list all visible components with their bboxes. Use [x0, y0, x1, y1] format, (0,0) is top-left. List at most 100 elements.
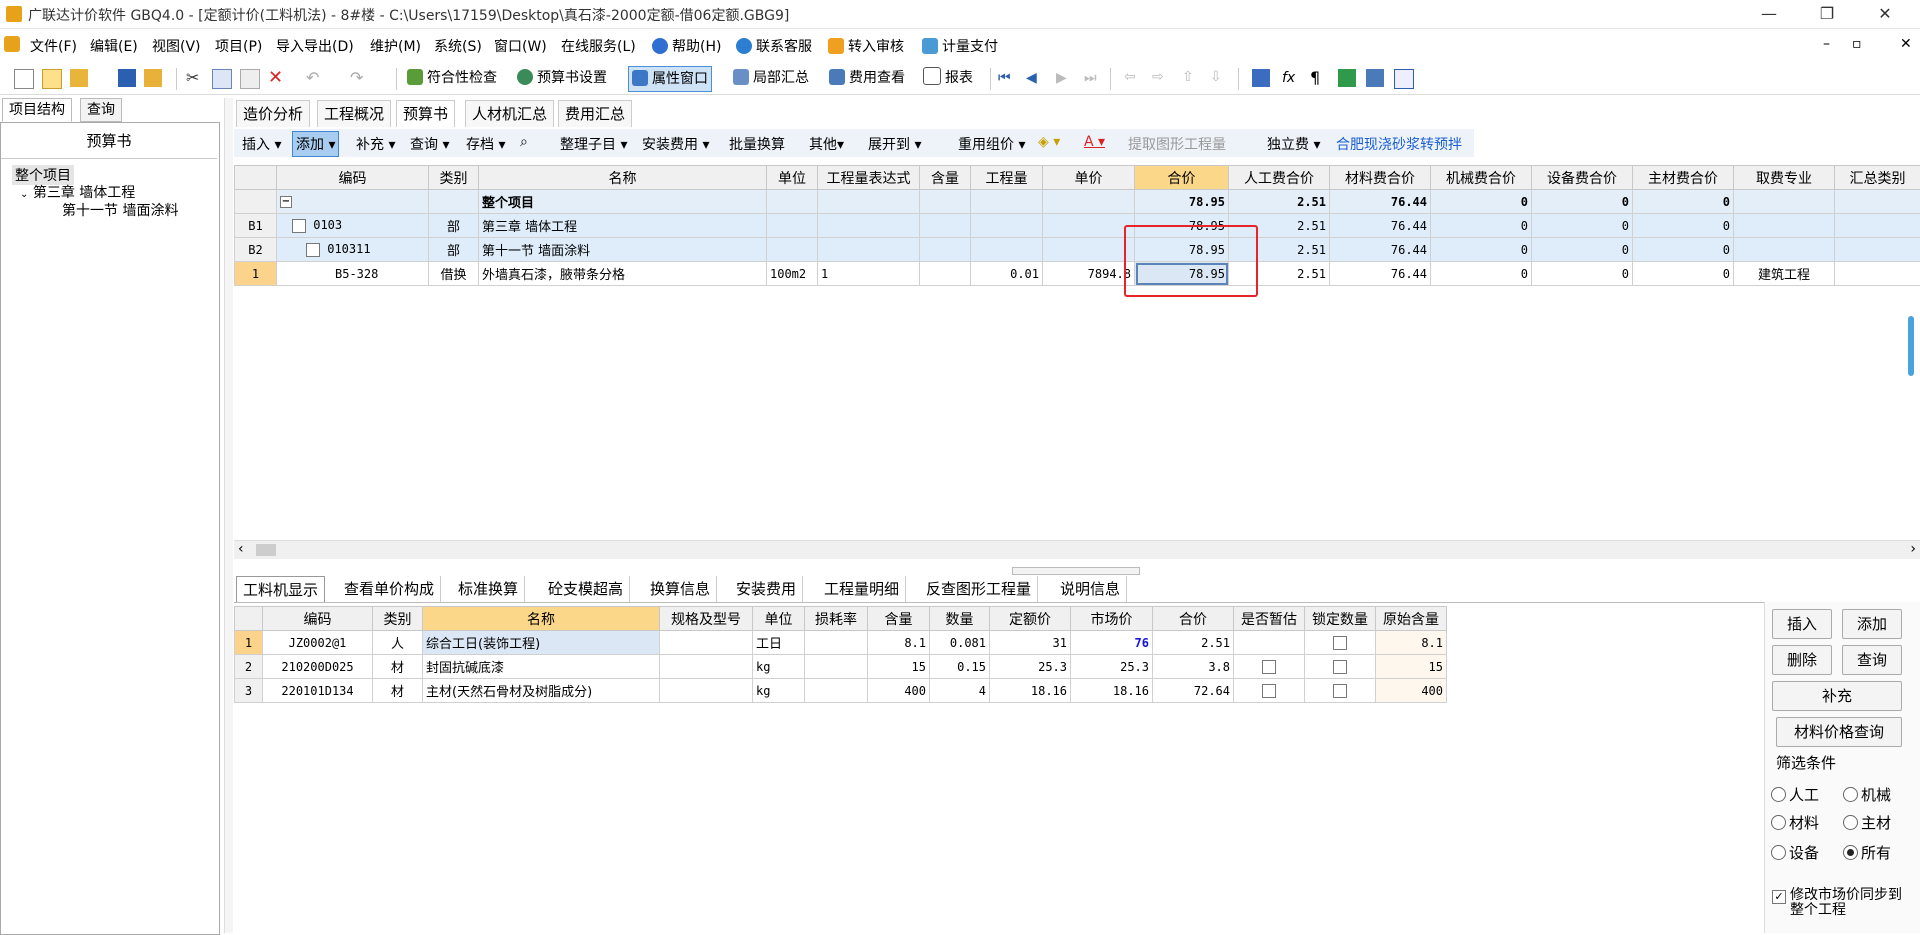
col-price[interactable]: 单价 — [1043, 166, 1135, 190]
partial-summary-button[interactable]: 局部汇总 — [730, 66, 812, 90]
next-icon[interactable]: ▶ — [1056, 69, 1074, 87]
table-row[interactable]: 1 B5-328 借换 外墙真石漆，腋带条分格 100m2 1 0.01 789… — [235, 262, 1920, 286]
tab-labor-material[interactable]: 人材机汇总 — [465, 100, 554, 127]
tab-cost-analysis[interactable]: 造价分析 — [236, 100, 310, 127]
collapse-icon[interactable] — [292, 219, 306, 233]
vertical-scroll-thumb[interactable] — [1908, 316, 1914, 376]
lock-qty-checkbox[interactable] — [1333, 636, 1347, 650]
close-button[interactable]: ✕ — [1862, 2, 1908, 26]
menu-system[interactable]: 系统(S) — [434, 36, 482, 56]
scroll-left-icon[interactable]: ‹ — [238, 541, 244, 557]
col-orig-content[interactable]: 原始含量 — [1376, 607, 1447, 631]
col-main-material[interactable]: 主材费合价 — [1633, 166, 1734, 190]
tab-qty-detail[interactable]: 工程量明细 — [818, 576, 906, 602]
mdi-restore[interactable]: ▫ — [1852, 36, 1862, 52]
report-button[interactable]: 报表 — [920, 66, 976, 90]
filter-material[interactable]: 材料 — [1771, 812, 1819, 833]
table-row[interactable]: B2 010311 部 第十一节 墙面涂料 78.95 2.51 76.44 0… — [235, 238, 1920, 262]
cube-icon[interactable] — [1338, 69, 1356, 87]
paste-icon[interactable] — [240, 69, 260, 89]
mdi-minimize[interactable]: – — [1823, 36, 1830, 52]
extract-graphic-button[interactable]: 提取图形工程量 — [1128, 134, 1226, 154]
redo-icon[interactable]: ↷ — [350, 69, 368, 87]
lock-qty-checkbox[interactable] — [1333, 684, 1347, 698]
mortar-convert-link[interactable]: 合肥现浇砂浆转预拌 — [1336, 134, 1462, 154]
filter-all[interactable]: 所有 — [1843, 842, 1891, 863]
prev-icon[interactable]: ◀ — [1026, 69, 1044, 87]
property-window-button[interactable]: 属性窗口 — [628, 66, 712, 92]
budget-settings-button[interactable]: 预算书设置 — [514, 66, 610, 90]
undo-icon[interactable]: ↶ — [306, 69, 324, 87]
first-icon[interactable]: ⏮ — [998, 69, 1016, 87]
col-quota-price[interactable]: 定额价 — [990, 607, 1071, 631]
estimated-checkbox[interactable] — [1262, 684, 1276, 698]
table-row[interactable]: 1 JZ0002@1 人 综合工日(装饰工程) 工日 8.1 0.081 31 … — [235, 631, 1447, 655]
organize-dropdown[interactable]: 整理子目 ▾ — [560, 134, 627, 154]
last-icon[interactable]: ⏭ — [1084, 69, 1102, 87]
new-icon[interactable] — [14, 69, 34, 89]
col-unit[interactable]: 单位 — [753, 607, 805, 631]
binoculars-icon[interactable]: ⌕ — [520, 134, 528, 150]
col-market-price[interactable]: 市场价 — [1071, 607, 1153, 631]
batch-convert-button[interactable]: 批量换算 — [729, 134, 785, 154]
table-row[interactable]: 2 210200D025 材 封固抗碱底漆 kg 15 0.15 25.3 25… — [235, 655, 1447, 679]
col-spec[interactable]: 规格及型号 — [660, 607, 753, 631]
menu-window[interactable]: 窗口(W) — [494, 36, 547, 56]
supplement-dropdown[interactable]: 补充 ▾ — [356, 134, 395, 154]
col-qty[interactable]: 工程量 — [971, 166, 1043, 190]
menu-support[interactable]: 联系客服 — [736, 36, 812, 56]
scroll-thumb[interactable] — [256, 544, 276, 556]
menu-review[interactable]: 转入审核 — [828, 36, 904, 56]
copy-icon[interactable] — [212, 69, 232, 89]
restore-button[interactable]: ❐ — [1804, 2, 1850, 26]
panel-resize-handle[interactable] — [1012, 567, 1140, 575]
col-content[interactable]: 含量 — [868, 607, 930, 631]
compliance-check-button[interactable]: 符合性检查 — [404, 66, 500, 90]
lock-qty-checkbox[interactable] — [1333, 660, 1347, 674]
tab-unit-price[interactable]: 查看单价构成 — [338, 576, 441, 602]
menu-help[interactable]: 帮助(H) — [652, 36, 721, 56]
col-lock-qty[interactable]: 锁定数量 — [1305, 607, 1376, 631]
query-button[interactable]: 查询 — [1842, 645, 1902, 675]
filter-main-material[interactable]: 主材 — [1843, 812, 1891, 833]
tab-formwork[interactable]: 砼支模超高 — [542, 576, 630, 602]
tab-budget[interactable]: 预算书 — [396, 100, 455, 127]
table-row[interactable]: B1 0103 部 第三章 墙体工程 78.95 2.51 76.44 0 0 … — [235, 214, 1920, 238]
horizontal-scrollbar[interactable]: ‹ › — [234, 540, 1920, 559]
menu-maintain[interactable]: 维护(M) — [370, 36, 421, 56]
col-qty[interactable]: 数量 — [930, 607, 990, 631]
supplement-button[interactable]: 补充 — [1772, 681, 1902, 711]
table-row[interactable]: − 整个项目 78.95 2.51 76.44 0 0 0 — [235, 190, 1920, 214]
calculator-icon[interactable] — [1252, 69, 1270, 87]
material-price-query-button[interactable]: 材料价格查询 — [1776, 717, 1902, 747]
expand-to-dropdown[interactable]: 展开到 ▾ — [868, 134, 921, 154]
reuse-pricing-dropdown[interactable]: 重用组价 ▾ — [958, 134, 1025, 154]
font-color-icon[interactable]: A ▾ — [1084, 134, 1105, 150]
panel-icon[interactable] — [1394, 69, 1414, 89]
move-right-icon[interactable]: ⇨ — [1152, 69, 1170, 87]
menu-edit[interactable]: 编辑(E) — [90, 36, 138, 56]
archive-dropdown[interactable]: 存档 ▾ — [466, 134, 505, 154]
col-equipment[interactable]: 设备费合价 — [1532, 166, 1633, 190]
query-dropdown[interactable]: 查询 ▾ — [410, 134, 449, 154]
col-labor[interactable]: 人工费合价 — [1229, 166, 1330, 190]
folder-icon[interactable] — [144, 69, 162, 87]
tab-convert-info[interactable]: 换算信息 — [644, 576, 717, 602]
add-button[interactable]: 添加 — [1842, 609, 1902, 639]
col-summary-type[interactable]: 汇总类别 — [1835, 166, 1920, 190]
app-menu-icon[interactable] — [4, 36, 20, 52]
menu-file[interactable]: 文件(F) — [30, 36, 77, 56]
col-code[interactable]: 编码 — [263, 607, 373, 631]
col-type[interactable]: 类别 — [429, 166, 479, 190]
tree-item-chapter[interactable]: ⌄ 第三章 墙体工程 — [20, 182, 135, 202]
filter-labor[interactable]: 人工 — [1771, 784, 1819, 805]
delete-button[interactable]: 删除 — [1772, 645, 1832, 675]
filter-machine[interactable]: 机械 — [1843, 784, 1891, 805]
collapse-icon[interactable]: − — [280, 196, 292, 208]
move-up-icon[interactable]: ⇧ — [1182, 69, 1200, 87]
splitter[interactable] — [224, 98, 233, 933]
menu-view[interactable]: 视图(V) — [152, 36, 201, 56]
col-type[interactable]: 类别 — [373, 607, 423, 631]
scroll-right-icon[interactable]: › — [1910, 541, 1916, 557]
col-code[interactable]: 编码 — [277, 166, 429, 190]
